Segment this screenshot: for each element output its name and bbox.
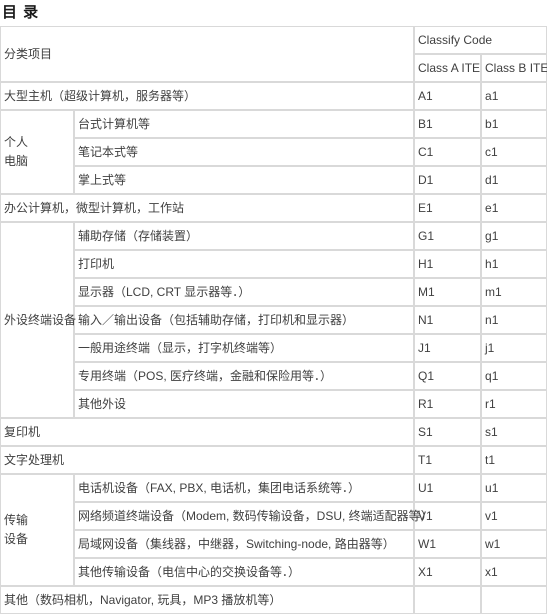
class-b-code: u1 <box>481 474 547 502</box>
group-line-1: 传输 <box>4 513 29 527</box>
category-item-label: 电话机设备（FAX, PBX, 电话机，集团电话系统等．） <box>74 474 415 502</box>
table-row: 传输 设备 电话机设备（FAX, PBX, 电话机，集团电话系统等．） U1 u… <box>0 474 547 586</box>
category-item-label: 其他（数码相机，Navigator, 玩具，MP3 播放机等） <box>0 586 415 614</box>
class-a-code: R1 <box>414 390 482 418</box>
class-b-code: x1 <box>481 558 547 586</box>
header-class-b: Class B ITE <box>481 54 547 82</box>
class-b-code: t1 <box>481 446 547 474</box>
class-b-code: q1 <box>481 362 547 390</box>
table-row: 复印机 S1 s1 <box>0 418 547 446</box>
category-item-label: 输入／输出设备（包括辅助存储，打印机和显示器） <box>74 306 415 334</box>
class-a-code: D1 <box>414 166 482 194</box>
category-item-label: 其他传输设备（电信中心的交换设备等．） <box>74 558 415 586</box>
group-line-1: 个人 <box>4 135 29 149</box>
class-a-code: V1 <box>414 502 482 530</box>
category-item-label: 文字处理机 <box>0 446 415 474</box>
table-body: 分类项目 Classify Code Class A ITE Class B I… <box>0 26 547 614</box>
class-b-code: w1 <box>481 530 547 558</box>
table-row: 其他传输设备（电信中心的交换设备等．） X1 x1 <box>0 558 547 586</box>
table-header-row-1: 分类项目 Classify Code <box>0 26 547 82</box>
table-row: 文字处理机 T1 t1 <box>0 446 547 474</box>
classification-table: 分类项目 Classify Code Class A ITE Class B I… <box>0 26 547 614</box>
category-item-label: 大型主机（超级计算机，服务器等） <box>0 82 415 110</box>
category-item-label: 台式计算机等 <box>74 110 415 138</box>
table-row: 办公计算机，微型计算机，工作站 E1 e1 <box>0 194 547 222</box>
table-row: 大型主机（超级计算机，服务器等） A1 a1 <box>0 82 547 110</box>
class-b-code: v1 <box>481 502 547 530</box>
class-b-code: s1 <box>481 418 547 446</box>
header-category-item: 分类项目 <box>0 26 415 82</box>
class-a-code: G1 <box>414 222 482 250</box>
class-b-code: r1 <box>481 390 547 418</box>
group-line-2: 设备 <box>4 532 29 546</box>
class-a-code: Q1 <box>414 362 482 390</box>
category-item-label: 一般用途终端（显示，打字机终端等） <box>74 334 415 362</box>
category-group-label: 外设终端设备 <box>0 222 76 418</box>
category-item-label: 局域网设备（集线器，中继器，Switching-node, 路由器等） <box>74 530 415 558</box>
category-group-label: 传输 设备 <box>0 474 74 586</box>
header-class-a: Class A ITE <box>414 54 482 82</box>
class-b-code: j1 <box>481 334 547 362</box>
class-b-code: m1 <box>481 278 547 306</box>
table-row: 其他外设 R1 r1 <box>0 390 547 418</box>
table-row: 专用终端（POS, 医疗终端，金融和保险用等．） Q1 q1 <box>0 362 547 390</box>
class-b-code: g1 <box>481 222 547 250</box>
header-classify-code: Classify Code <box>414 26 547 54</box>
table-row: 输入／输出设备（包括辅助存储，打印机和显示器） N1 n1 <box>0 306 547 334</box>
class-a-code: N1 <box>414 306 482 334</box>
category-item-text: 网络频道终端设备（Modem, 数码传输设备，DSU, 终端适配器等） <box>78 509 433 523</box>
category-item-label: 办公计算机，微型计算机，工作站 <box>0 194 415 222</box>
category-item-label: 网络频道终端设备（Modem, 数码传输设备，DSU, 终端适配器等） <box>74 502 433 530</box>
table-row: 个人 电脑 台式计算机等 B1 b1 <box>0 110 547 194</box>
document-page: 目 录 分类项目 Classify Code Class A ITE Class… <box>0 0 547 615</box>
class-a-code: A1 <box>414 82 482 110</box>
table-row: 掌上式等 D1 d1 <box>0 166 547 194</box>
class-b-code <box>481 586 547 614</box>
table-row: 网络频道终端设备（Modem, 数码传输设备，DSU, 终端适配器等） V1 v… <box>0 502 547 530</box>
category-item-label: 其他外设 <box>74 390 415 418</box>
page-title: 目 录 <box>2 4 40 21</box>
category-item-label: 掌上式等 <box>74 166 415 194</box>
category-group-label: 个人 电脑 <box>0 110 74 194</box>
class-a-code: H1 <box>414 250 482 278</box>
category-item-label: 辅助存储（存储装置） <box>74 222 415 250</box>
class-a-code: E1 <box>414 194 482 222</box>
class-a-code: B1 <box>414 110 482 138</box>
class-a-code: C1 <box>414 138 482 166</box>
class-a-code: J1 <box>414 334 482 362</box>
table-row: 打印机 H1 h1 <box>0 250 547 278</box>
class-b-code: n1 <box>481 306 547 334</box>
table-row: 一般用途终端（显示，打字机终端等） J1 j1 <box>0 334 547 362</box>
class-a-code: M1 <box>414 278 482 306</box>
class-a-code: U1 <box>414 474 482 502</box>
class-b-code: b1 <box>481 110 547 138</box>
class-a-code <box>414 586 482 614</box>
table-row: 笔记本式等 C1 c1 <box>0 138 547 166</box>
class-b-code: c1 <box>481 138 547 166</box>
table-row: 局域网设备（集线器，中继器，Switching-node, 路由器等） W1 w… <box>0 530 547 558</box>
group-line-2: 电脑 <box>4 154 29 168</box>
category-item-label: 打印机 <box>74 250 415 278</box>
table-row: 其他（数码相机，Navigator, 玩具，MP3 播放机等） <box>0 586 547 614</box>
class-b-code: a1 <box>481 82 547 110</box>
category-item-label: 笔记本式等 <box>74 138 415 166</box>
class-b-code: h1 <box>481 250 547 278</box>
class-a-code: S1 <box>414 418 482 446</box>
table-row: 显示器（LCD, CRT 显示器等．） M1 m1 <box>0 278 547 306</box>
category-item-label: 显示器（LCD, CRT 显示器等．） <box>74 278 415 306</box>
class-a-code: T1 <box>414 446 482 474</box>
class-a-code: X1 <box>414 558 482 586</box>
category-item-label: 专用终端（POS, 医疗终端，金融和保险用等．） <box>74 362 415 390</box>
class-b-code: d1 <box>481 166 547 194</box>
class-b-code: e1 <box>481 194 547 222</box>
category-item-label: 复印机 <box>0 418 415 446</box>
table-row: 外设终端设备 辅助存储（存储装置） G1 g1 <box>0 222 547 418</box>
class-a-code: W1 <box>414 530 482 558</box>
